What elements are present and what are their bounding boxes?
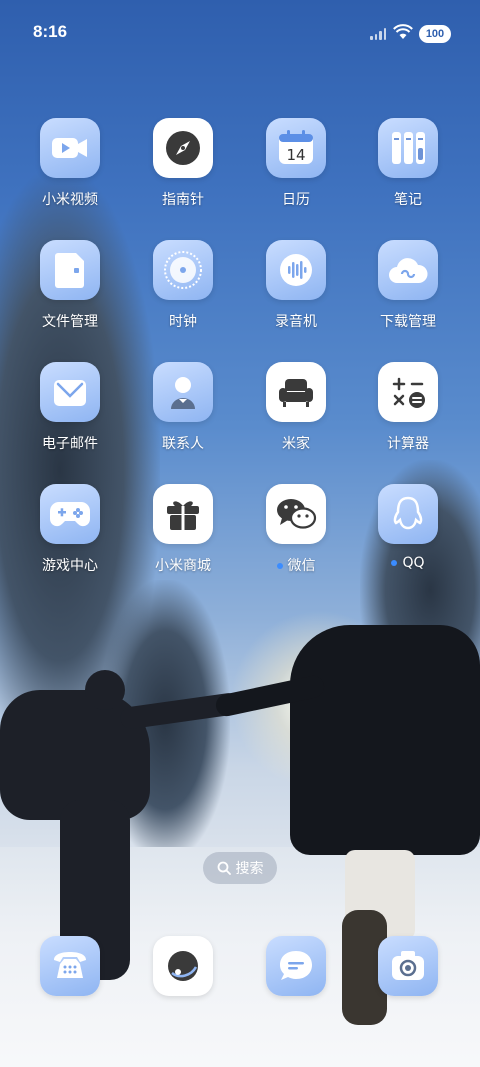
app-label: 笔记 — [394, 192, 422, 208]
app-qq[interactable]: QQ — [363, 484, 453, 584]
app-label: 文件管理 — [42, 314, 98, 330]
search-icon — [217, 861, 231, 875]
app-mi-store[interactable]: 小米商城 — [138, 484, 228, 584]
app-label-text: QQ — [402, 555, 425, 571]
app-compass[interactable]: 指南针 — [138, 118, 228, 218]
app-label: 米家 — [282, 436, 310, 452]
app-label: 计算器 — [387, 436, 429, 452]
app-email[interactable]: 电子邮件 — [25, 362, 115, 462]
phone-icon — [40, 936, 100, 996]
video-camera-icon — [40, 118, 100, 178]
browser-planet-icon — [153, 936, 213, 996]
gift-box-icon — [153, 484, 213, 544]
compass-icon — [153, 118, 213, 178]
search-button[interactable]: 搜索 — [203, 852, 277, 884]
app-label: 小米视频 — [42, 192, 98, 208]
wechat-icon — [266, 484, 326, 544]
app-mi-video[interactable]: 小米视频 — [25, 118, 115, 218]
calendar-icon: 14 — [266, 118, 326, 178]
app-calculator[interactable]: 计算器 — [363, 362, 453, 462]
app-label: QQ — [363, 555, 453, 571]
app-mi-home[interactable]: 米家 — [251, 362, 341, 462]
app-notes[interactable]: 笔记 — [363, 118, 453, 218]
app-label: 联系人 — [162, 436, 204, 452]
new-install-dot — [276, 563, 283, 569]
dock-browser[interactable] — [138, 936, 228, 1006]
dock-messages[interactable] — [251, 936, 341, 1006]
app-download-manager[interactable]: 下载管理 — [363, 240, 453, 340]
search-label: 搜索 — [235, 861, 264, 877]
gamepad-icon — [40, 484, 100, 544]
app-label-text: 微信 — [287, 558, 316, 574]
status-bar: 8:16 100 — [0, 0, 480, 70]
battery-indicator: 100 — [419, 25, 451, 43]
app-wechat[interactable]: 微信 — [251, 484, 341, 584]
file-manager-icon — [40, 240, 100, 300]
messages-icon — [266, 936, 326, 996]
app-clock[interactable]: 时钟 — [138, 240, 228, 340]
app-label: 录音机 — [275, 314, 317, 330]
dock-phone[interactable] — [25, 936, 115, 1006]
app-label: 小米商城 — [155, 558, 211, 574]
clock-icon — [153, 240, 213, 300]
app-game-center[interactable]: 游戏中心 — [25, 484, 115, 584]
contacts-icon — [153, 362, 213, 422]
app-label: 指南针 — [162, 192, 204, 208]
dock-camera[interactable] — [363, 936, 453, 1006]
email-icon — [40, 362, 100, 422]
notes-icon — [378, 118, 438, 178]
camera-icon — [378, 936, 438, 996]
cellular-signal-icon — [370, 28, 386, 40]
app-label: 微信 — [251, 555, 341, 575]
app-calendar[interactable]: 14 日历 — [251, 118, 341, 218]
qq-penguin-icon — [378, 484, 438, 544]
app-voice-recorder[interactable]: 录音机 — [251, 240, 341, 340]
app-label: 下载管理 — [380, 314, 436, 330]
app-label: 时钟 — [169, 314, 197, 330]
new-install-dot — [391, 560, 398, 566]
wifi-icon — [393, 24, 413, 39]
app-label: 游戏中心 — [42, 558, 98, 574]
app-label: 电子邮件 — [42, 436, 98, 452]
app-label: 日历 — [282, 192, 310, 208]
status-time: 8:16 — [33, 22, 68, 41]
calculator-icon — [378, 362, 438, 422]
voice-recorder-icon — [266, 240, 326, 300]
app-file-manager[interactable]: 文件管理 — [25, 240, 115, 340]
download-cloud-icon — [378, 240, 438, 300]
app-contacts[interactable]: 联系人 — [138, 362, 228, 462]
calendar-day: 14 — [286, 146, 305, 164]
mi-home-sofa-icon — [266, 362, 326, 422]
